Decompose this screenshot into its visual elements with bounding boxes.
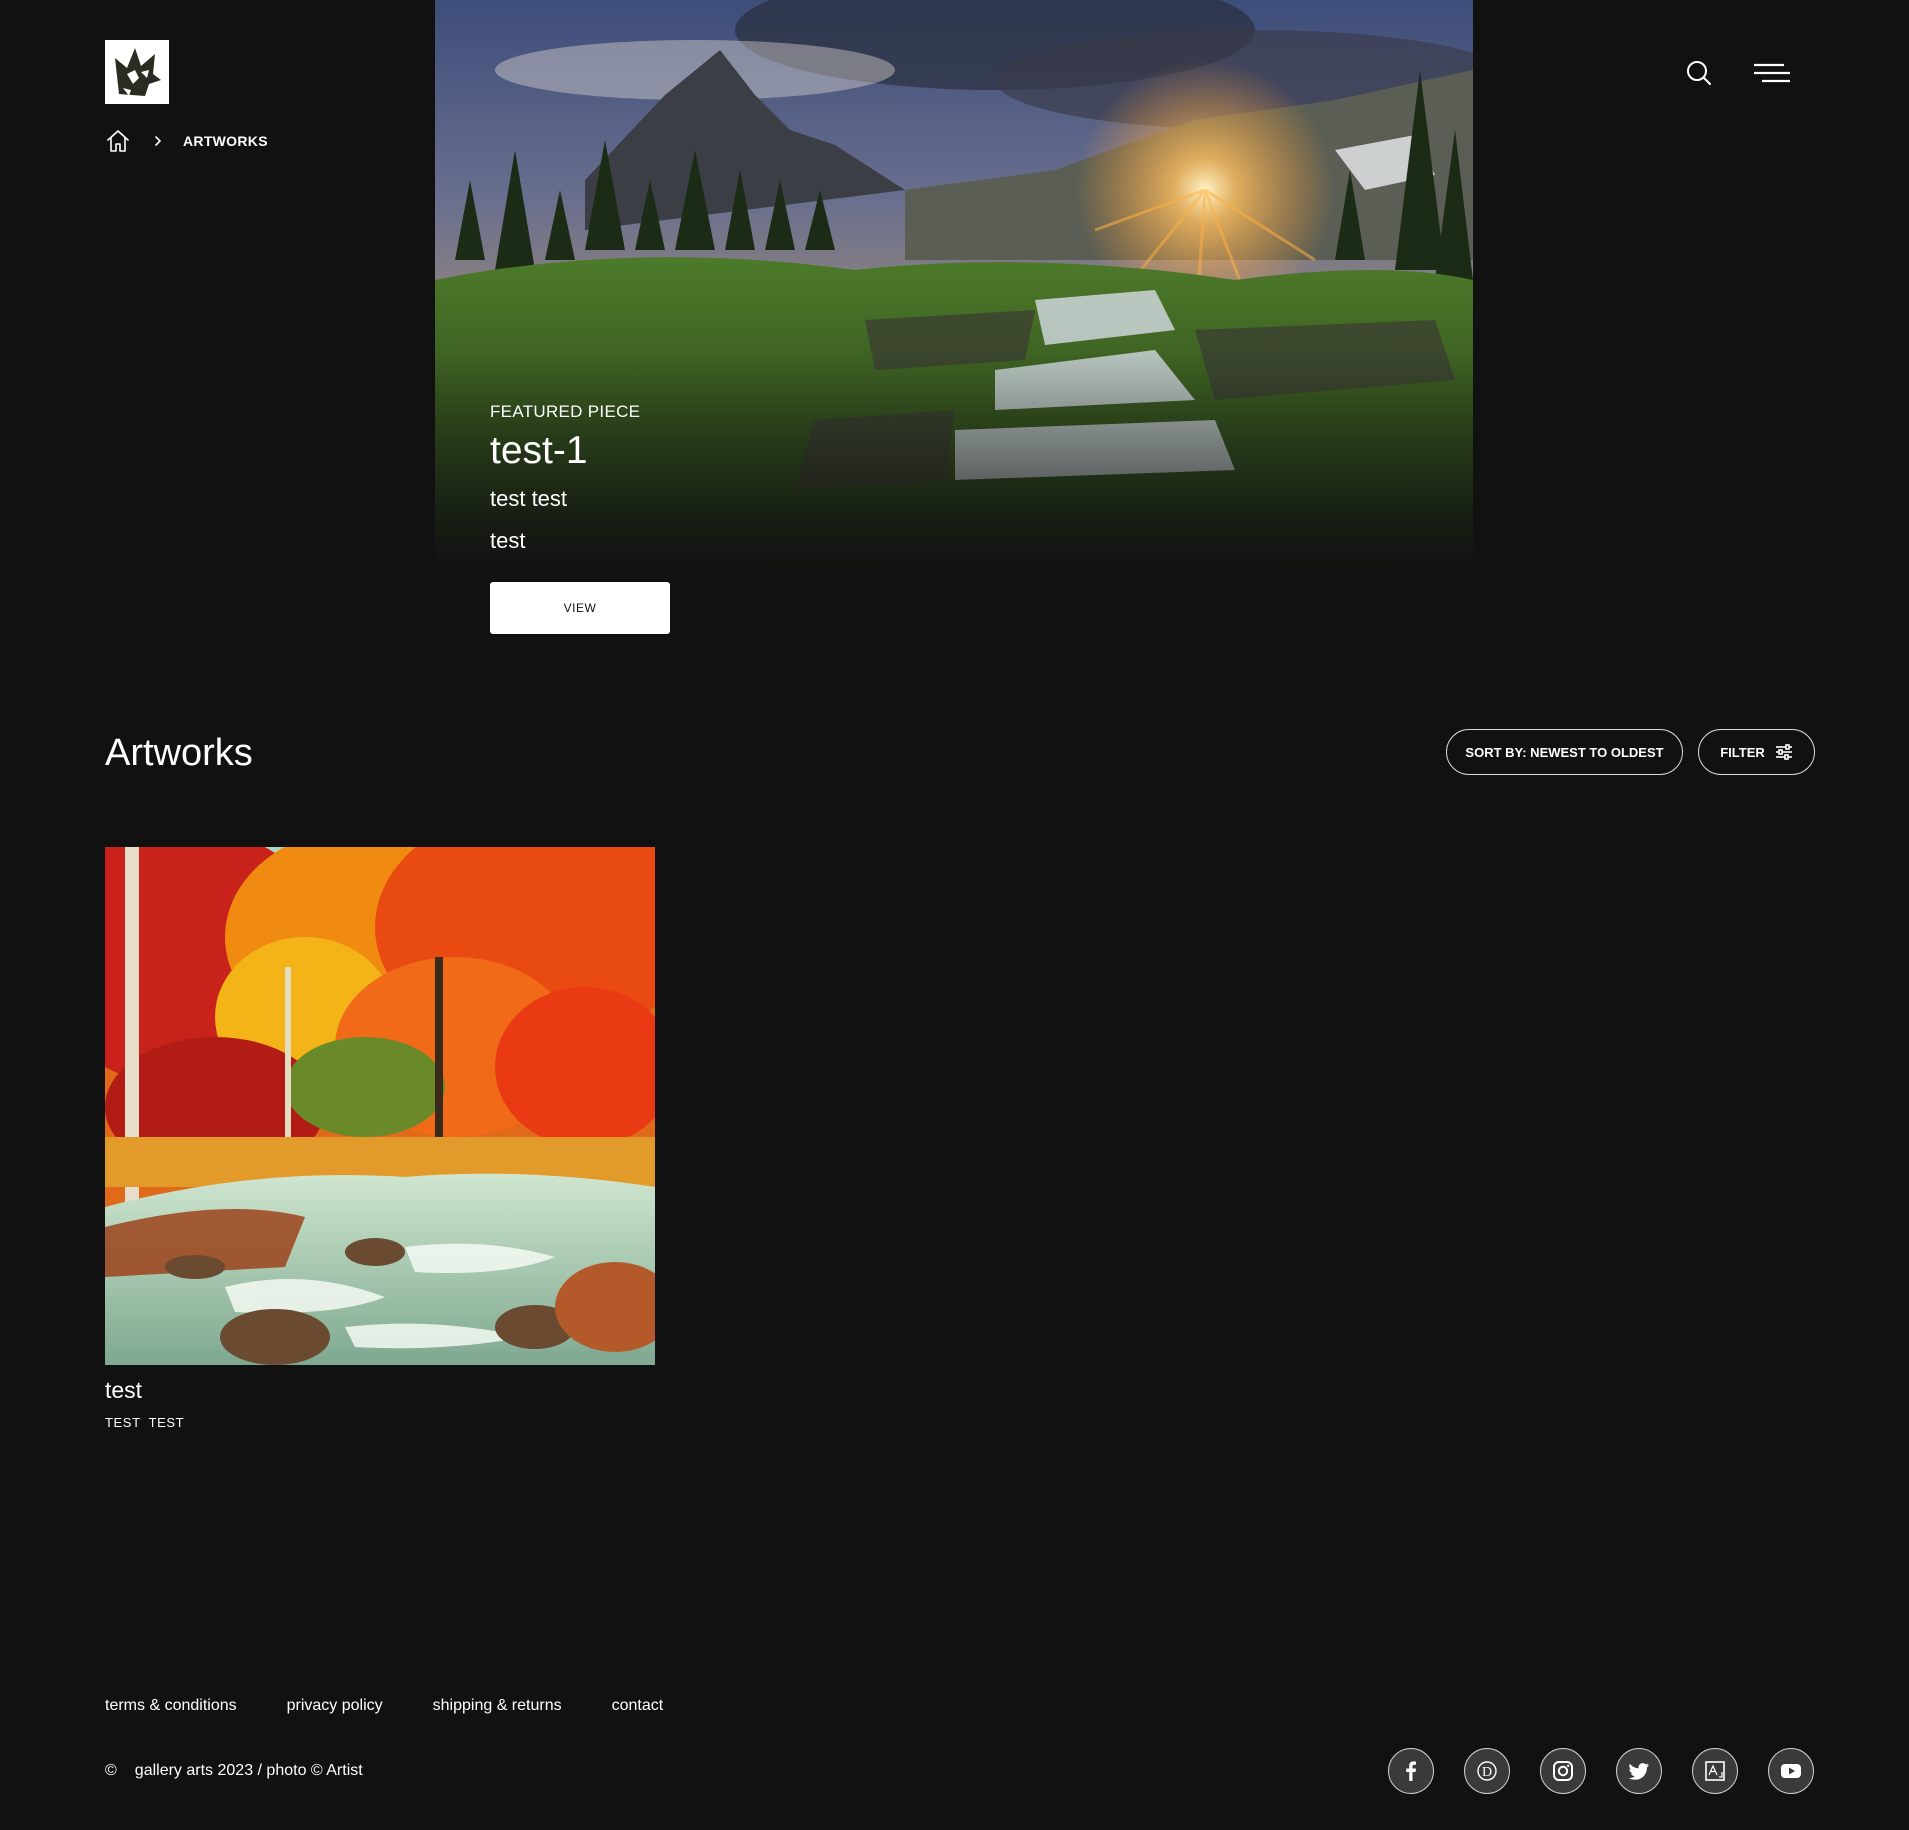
facebook-link[interactable] bbox=[1388, 1748, 1434, 1794]
sort-button[interactable]: SORT BY: NEWEST TO OLDEST bbox=[1446, 729, 1683, 775]
copyright-text: gallery arts 2023 / photo © Artist bbox=[134, 1762, 363, 1779]
youtube-link[interactable] bbox=[1768, 1748, 1814, 1794]
twitter-link[interactable] bbox=[1616, 1748, 1662, 1794]
artwork-title[interactable]: test bbox=[105, 1377, 142, 1404]
breadcrumb-current: ARTWORKS bbox=[183, 133, 268, 149]
chevron-right-icon bbox=[155, 136, 162, 146]
sliders-icon bbox=[1775, 744, 1792, 760]
hero-description: test bbox=[490, 528, 526, 553]
hamburger-menu-icon[interactable] bbox=[1752, 60, 1792, 86]
copyright-symbol: © bbox=[105, 1762, 117, 1779]
filter-label: FILTER bbox=[1720, 744, 1765, 760]
section-title: Artworks bbox=[105, 732, 253, 774]
social-links: D bbox=[1388, 1748, 1814, 1794]
instagram-icon bbox=[1553, 1761, 1573, 1781]
view-button[interactable]: VIEW bbox=[490, 582, 670, 634]
footer-link-privacy[interactable]: privacy policy bbox=[287, 1697, 383, 1715]
footer-link-contact[interactable]: contact bbox=[612, 1697, 664, 1715]
footer-link-shipping[interactable]: shipping & returns bbox=[433, 1697, 562, 1715]
facebook-icon bbox=[1406, 1761, 1416, 1781]
youtube-icon bbox=[1781, 1764, 1801, 1778]
hero-overlay bbox=[435, 350, 1473, 575]
twitter-icon bbox=[1628, 1763, 1649, 1780]
hero-title: test-1 bbox=[490, 429, 588, 472]
home-icon[interactable] bbox=[105, 128, 131, 154]
filter-button[interactable]: FILTER bbox=[1698, 729, 1815, 775]
footer-links: terms & conditions privacy policy shippi… bbox=[105, 1697, 713, 1715]
instagram-link[interactable] bbox=[1540, 1748, 1586, 1794]
deviantart-link[interactable]: D bbox=[1464, 1748, 1510, 1794]
artstation-icon bbox=[1705, 1761, 1725, 1781]
deviantart-icon: D bbox=[1477, 1761, 1497, 1781]
artwork-card-image[interactable] bbox=[105, 847, 655, 1365]
artwork-artist: TEST TEST bbox=[105, 1415, 185, 1430]
breadcrumb: ARTWORKS bbox=[105, 128, 268, 154]
copyright: © gallery arts 2023 / photo © Artist bbox=[105, 1762, 363, 1780]
artstation-link[interactable] bbox=[1692, 1748, 1738, 1794]
footer-link-terms[interactable]: terms & conditions bbox=[105, 1697, 237, 1715]
search-icon[interactable] bbox=[1684, 58, 1714, 88]
sort-label: SORT BY: NEWEST TO OLDEST bbox=[1465, 744, 1664, 760]
hero-subtitle: test test bbox=[490, 486, 568, 511]
logo[interactable] bbox=[105, 40, 169, 104]
svg-text:D: D bbox=[1482, 1765, 1492, 1780]
hero-kicker: FEATURED PIECE bbox=[490, 402, 641, 421]
wolf-logo-icon bbox=[105, 40, 169, 104]
